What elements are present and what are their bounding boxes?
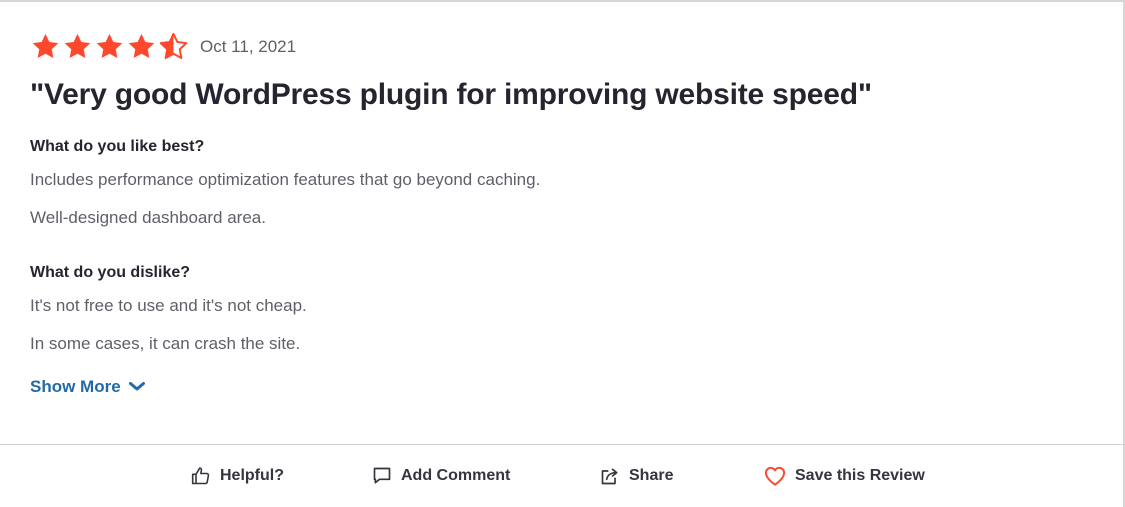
like-answer: Well-designed dashboard area. [30,208,266,227]
share-label: Share [629,467,674,484]
actions-divider [0,444,1125,445]
chevron-down-icon [128,382,145,391]
star-rating [30,32,190,62]
helpful-button[interactable]: Helpful? [191,466,284,486]
heart-icon [764,466,786,486]
helpful-label: Helpful? [220,467,284,484]
add-comment-button[interactable]: Add Comment [372,466,510,486]
review-date: Oct 11, 2021 [200,37,297,56]
star-icon [64,33,91,58]
save-review-button[interactable]: Save this Review [764,466,925,486]
add-comment-label: Add Comment [401,467,511,484]
like-question: What do you like best? [30,138,205,155]
star-icon [96,33,123,58]
comment-icon [372,466,392,486]
half-star-icon [159,32,188,59]
star-icon [32,33,59,58]
show-more-label: Show More [30,377,121,396]
thumbs-up-icon [191,466,211,486]
top-border [0,0,1125,2]
review-actions: Helpful? Add Comment Share Save this Rev… [0,466,1125,494]
show-more-link[interactable]: Show More [30,377,145,397]
rating-row: Oct 11, 2021 [30,30,1100,64]
share-icon [600,466,620,486]
save-review-label: Save this Review [795,467,925,484]
review-card: Oct 11, 2021 "Very good WordPress plugin… [30,30,1100,397]
review-title: "Very good WordPress plugin for improvin… [30,78,872,111]
star-icon [128,33,155,58]
like-answer: Includes performance optimization featur… [30,170,541,189]
dislike-answer: It's not free to use and it's not cheap. [30,296,307,315]
dislike-question: What do you dislike? [30,264,191,281]
dislike-answer: In some cases, it can crash the site. [30,334,301,353]
share-button[interactable]: Share [600,466,673,486]
